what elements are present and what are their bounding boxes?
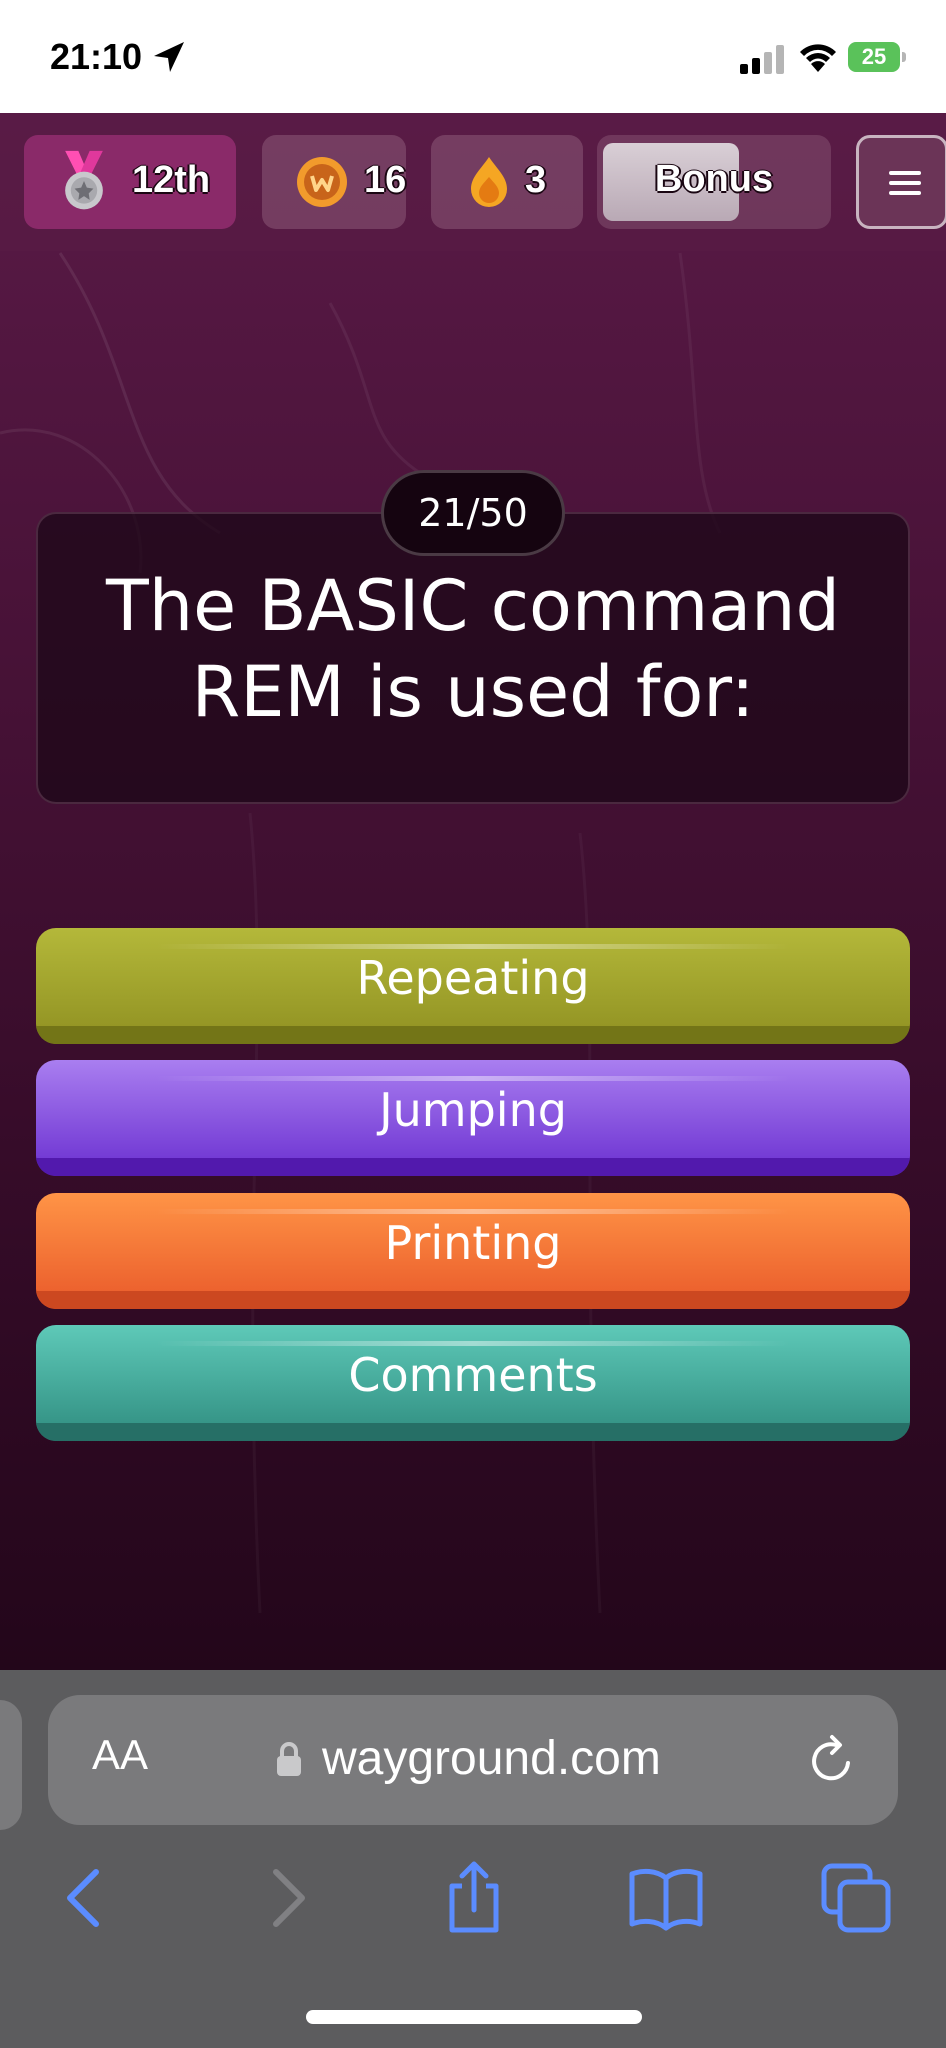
answer-option-1[interactable]: Repeating xyxy=(36,928,910,1044)
question-counter: 21/50 xyxy=(381,470,565,556)
status-bar: 21:10 25 xyxy=(0,0,946,113)
status-time: 21:10 xyxy=(50,36,143,77)
answer-label: Comments xyxy=(348,1348,598,1402)
battery-level: 25 xyxy=(848,42,900,72)
menu-button[interactable] xyxy=(856,135,946,229)
medal-icon xyxy=(65,150,103,210)
question-text: The BASIC command REM is used for: xyxy=(106,565,840,733)
answer-option-4[interactable]: Comments xyxy=(36,1325,910,1441)
reload-icon[interactable] xyxy=(806,1733,858,1787)
answer-label: Jumping xyxy=(379,1083,567,1137)
bookmarks-icon[interactable] xyxy=(628,1860,704,1936)
answer-option-2[interactable]: Jumping xyxy=(36,1060,910,1176)
url-text: wayground.com xyxy=(322,1732,661,1785)
streak-count: 3 xyxy=(525,159,547,201)
bonus-meter[interactable]: Bonus xyxy=(597,135,831,229)
lock-icon xyxy=(277,1742,301,1776)
coins-count: 16 xyxy=(364,159,407,201)
flame-icon xyxy=(471,157,507,207)
coin-icon xyxy=(297,157,347,207)
reader-settings-button[interactable]: AA xyxy=(92,1731,148,1779)
address-bar[interactable]: AA wayground.com xyxy=(48,1695,898,1825)
answer-label: Printing xyxy=(384,1216,562,1270)
share-icon[interactable] xyxy=(436,1860,512,1936)
back-icon[interactable] xyxy=(48,1860,124,1936)
rank-badge: 12th xyxy=(24,135,236,229)
quiz-game-area: 12th 16 3 Bonus 21/50 The BASIC command … xyxy=(0,113,946,1670)
battery-icon: 25 xyxy=(848,42,906,72)
tabs-icon[interactable] xyxy=(818,1860,894,1936)
forward-icon[interactable] xyxy=(248,1860,324,1936)
previous-tab-peek[interactable] xyxy=(0,1700,22,1830)
rank-text: 12th xyxy=(132,159,211,201)
cellular-signal-icon xyxy=(740,45,784,74)
coins-badge: 16 xyxy=(262,135,406,229)
location-arrow-icon xyxy=(154,42,184,72)
answer-option-3[interactable]: Printing xyxy=(36,1193,910,1309)
home-indicator xyxy=(306,2010,642,2024)
answer-label: Repeating xyxy=(356,951,590,1005)
wifi-icon xyxy=(800,44,836,72)
bonus-label: Bonus xyxy=(654,158,774,200)
top-stats-bar: 12th 16 3 Bonus xyxy=(0,113,946,251)
safari-toolbar: AA wayground.com xyxy=(0,1670,946,2048)
streak-badge: 3 xyxy=(431,135,583,229)
